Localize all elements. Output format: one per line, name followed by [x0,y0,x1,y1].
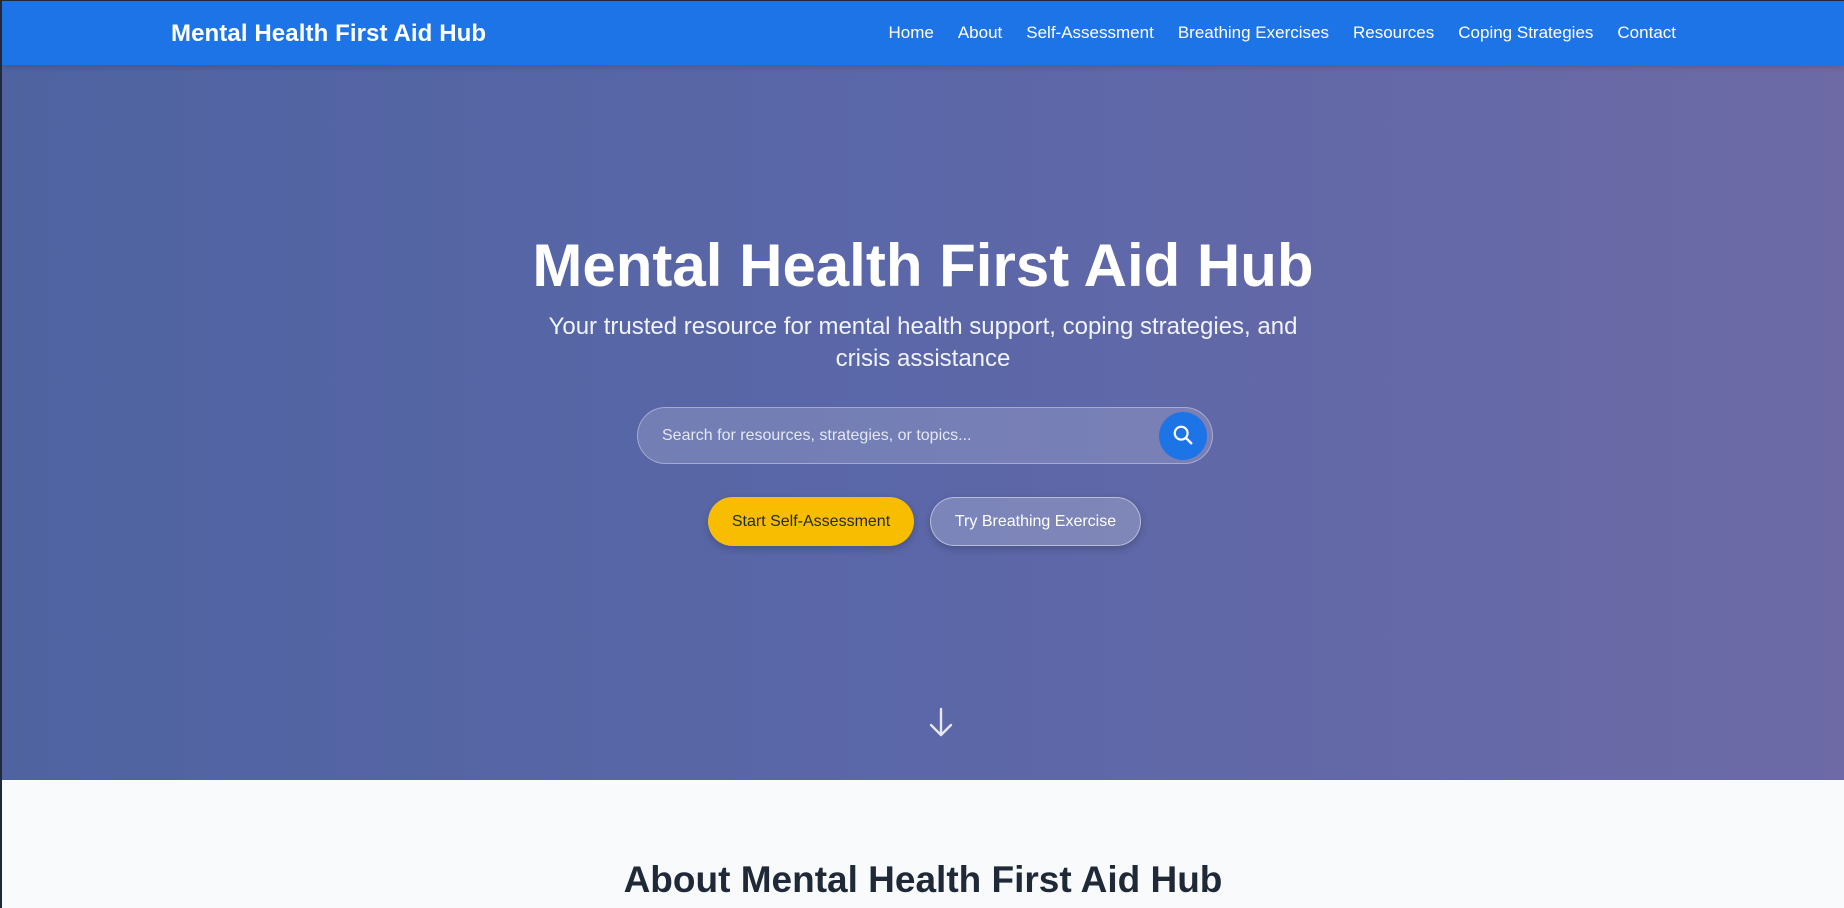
search-button[interactable] [1159,412,1207,460]
nav-self-assessment[interactable]: Self-Assessment [1026,23,1154,43]
navbar: Mental Health First Aid Hub Home About S… [2,1,1844,65]
search-icon [1172,424,1194,449]
search-bar [637,407,1213,464]
start-self-assessment-button[interactable]: Start Self-Assessment [708,497,914,546]
nav-home[interactable]: Home [888,23,933,43]
nav-coping-strategies[interactable]: Coping Strategies [1458,23,1593,43]
hero-subtitle: Your trusted resource for mental health … [548,313,1298,372]
nav-about[interactable]: About [958,23,1002,43]
nav-contact[interactable]: Contact [1617,23,1676,43]
hero-title: Mental Health First Aid Hub [532,232,1314,299]
search-input[interactable] [662,408,1132,463]
nav-resources[interactable]: Resources [1353,23,1434,43]
page-frame: Mental Health First Aid Hub Home About S… [0,0,1844,908]
hero-section: Mental Health First Aid Hub Your trusted… [2,65,1844,780]
brand-logo[interactable]: Mental Health First Aid Hub [171,20,486,48]
arrow-down-icon[interactable] [927,707,955,739]
nav-links: Home About Self-Assessment Breathing Exe… [864,23,1676,43]
try-breathing-exercise-button[interactable]: Try Breathing Exercise [930,497,1141,546]
about-section-title: About Mental Health First Aid Hub [623,859,1223,900]
nav-breathing-exercises[interactable]: Breathing Exercises [1178,23,1329,43]
